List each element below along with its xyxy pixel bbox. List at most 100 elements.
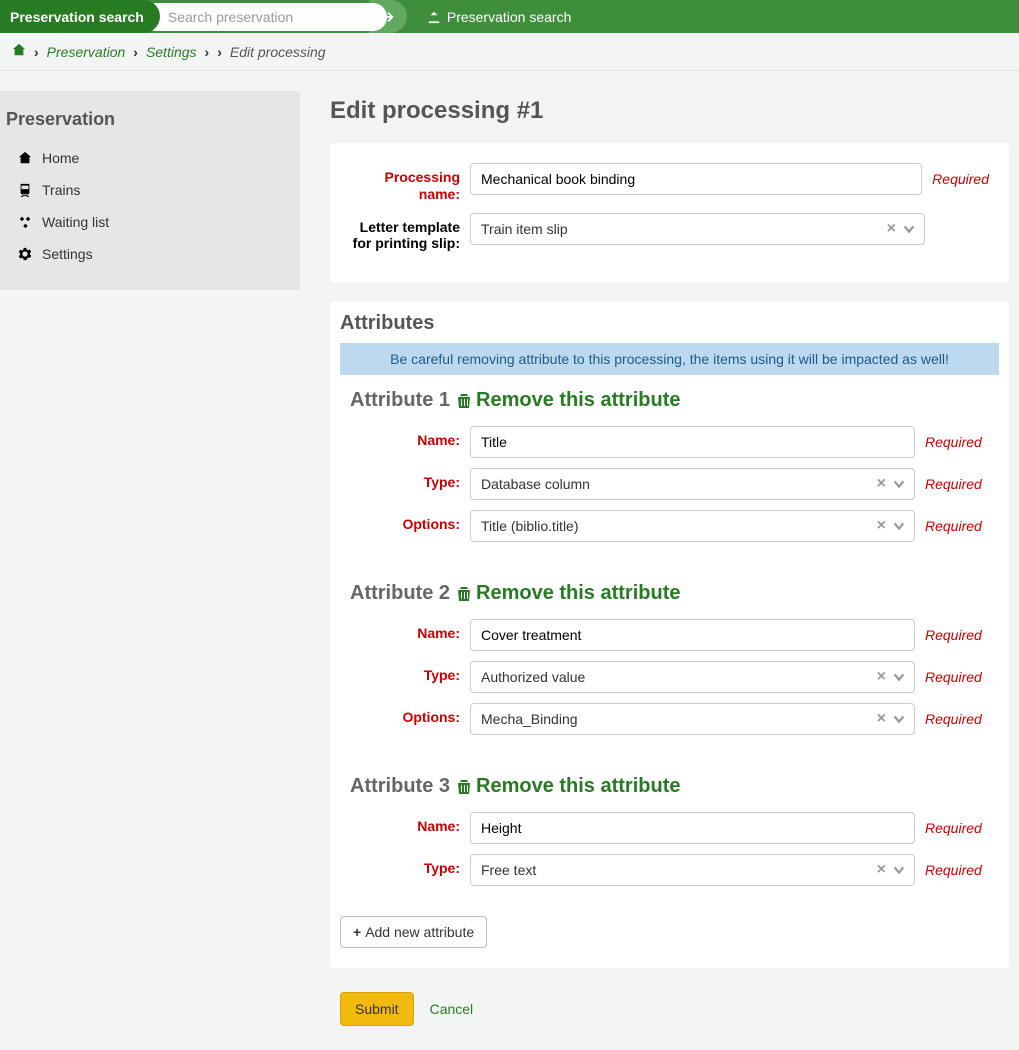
letter-template-row: Letter template for printing slip: Train…	[350, 213, 989, 253]
processing-name-label: Processing name:	[350, 163, 470, 203]
breadcrumb-current: Edit processing	[230, 44, 326, 60]
attr-options-label: Options:	[350, 703, 470, 726]
chevron-down-icon	[892, 712, 906, 726]
attr-options-select[interactable]: Mecha_Binding ×	[470, 703, 915, 735]
train-icon	[18, 183, 32, 197]
trash-icon	[456, 586, 472, 602]
remove-attribute-link[interactable]: Remove this attribute	[456, 389, 680, 412]
trash-icon	[456, 393, 472, 409]
sidebar-item-settings[interactable]: Settings	[0, 238, 300, 270]
remove-attribute-link[interactable]: Remove this attribute	[456, 582, 680, 605]
sidebar-item-home[interactable]: Home	[0, 142, 300, 174]
search-input[interactable]	[142, 3, 387, 31]
attribute-block: Attribute 3 Remove this attribute Name: …	[330, 775, 1009, 916]
required-hint: Required	[925, 669, 982, 685]
required-hint: Required	[932, 171, 989, 187]
processing-name-input[interactable]	[470, 163, 922, 195]
attr-options-select[interactable]: Title (biblio.title) ×	[470, 510, 915, 542]
clear-icon[interactable]: ×	[887, 221, 896, 237]
attr-type-row: Type: Authorized value × Required	[350, 661, 989, 693]
select-value: Database column	[481, 476, 590, 492]
required-hint: Required	[925, 627, 982, 643]
page-title: Edit processing #1	[330, 97, 1009, 125]
remove-attribute-label: Remove this attribute	[476, 389, 680, 412]
attributes-panel: Attributes Be careful removing attribute…	[330, 302, 1009, 968]
chevron-down-icon	[892, 519, 906, 533]
attribute-number: Attribute 3	[350, 775, 450, 798]
clear-icon[interactable]: ×	[877, 862, 886, 878]
chevron-right-icon: ›	[205, 44, 210, 60]
required-hint: Required	[925, 711, 982, 727]
remove-attribute-label: Remove this attribute	[476, 582, 680, 605]
sidebar-item-waiting-list[interactable]: Waiting list	[0, 206, 300, 238]
clear-icon[interactable]: ×	[877, 518, 886, 534]
attr-options-row: Options: Mecha_Binding × Required	[350, 703, 989, 735]
select-value: Train item slip	[481, 221, 568, 237]
sidebar: Preservation Home Trains Waiting list Se…	[0, 91, 300, 290]
chevron-down-icon	[892, 670, 906, 684]
chevron-right-icon: ›	[217, 44, 222, 60]
attr-name-row: Name: Required	[350, 812, 989, 844]
sidebar-item-trains[interactable]: Trains	[0, 174, 300, 206]
attr-type-select[interactable]: Database column ×	[470, 468, 915, 500]
select-value: Title (biblio.title)	[481, 518, 579, 534]
attr-options-label: Options:	[350, 510, 470, 533]
attr-name-row: Name: Required	[350, 426, 989, 458]
home-icon	[18, 151, 32, 165]
form-actions: Submit Cancel	[330, 988, 1009, 1030]
attr-type-select[interactable]: Authorized value ×	[470, 661, 915, 693]
attr-name-label: Name:	[350, 619, 470, 642]
trash-icon	[456, 779, 472, 795]
submit-button[interactable]: Submit	[340, 992, 414, 1026]
required-hint: Required	[925, 518, 982, 534]
required-hint: Required	[925, 476, 982, 492]
processing-name-row: Processing name: Required	[350, 163, 989, 203]
cancel-link[interactable]: Cancel	[430, 1001, 474, 1017]
preservation-search-link[interactable]: Preservation search	[427, 9, 572, 25]
preservation-search-link-label: Preservation search	[447, 9, 572, 25]
attribute-heading: Attribute 2 Remove this attribute	[350, 582, 989, 605]
attr-type-label: Type:	[350, 468, 470, 491]
sidebar-item-label: Trains	[42, 182, 80, 198]
attr-name-input[interactable]	[470, 426, 915, 458]
chevron-down-icon	[892, 477, 906, 491]
select-value: Free text	[481, 862, 536, 878]
layout: Preservation Home Trains Waiting list Se…	[0, 91, 1019, 1050]
chevron-right-icon: ›	[34, 44, 39, 60]
required-hint: Required	[925, 434, 982, 450]
breadcrumb-preservation[interactable]: Preservation	[47, 44, 126, 60]
breadcrumb-settings[interactable]: Settings	[146, 44, 197, 60]
add-attribute-button[interactable]: + Add new attribute	[340, 916, 487, 948]
required-hint: Required	[925, 820, 982, 836]
attr-name-input[interactable]	[470, 812, 915, 844]
processing-panel: Processing name: Required Letter templat…	[330, 143, 1009, 282]
letter-template-select[interactable]: Train item slip ×	[470, 213, 925, 245]
attr-type-select[interactable]: Free text ×	[470, 854, 915, 886]
attributes-warning: Be careful removing attribute to this pr…	[340, 343, 999, 375]
remove-attribute-link[interactable]: Remove this attribute	[456, 775, 680, 798]
home-icon	[12, 43, 26, 57]
attr-type-label: Type:	[350, 661, 470, 684]
attribute-number: Attribute 2	[350, 582, 450, 605]
breadcrumb-home[interactable]	[12, 43, 26, 60]
remove-attribute-label: Remove this attribute	[476, 775, 680, 798]
add-attribute-label: Add new attribute	[365, 924, 474, 940]
attr-type-label: Type:	[350, 854, 470, 877]
attr-type-row: Type: Database column × Required	[350, 468, 989, 500]
main: Edit processing #1 Processing name: Requ…	[300, 91, 1019, 1050]
sidebar-item-label: Settings	[42, 246, 93, 262]
topbar: Preservation search Preservation search	[0, 0, 1019, 33]
clear-icon[interactable]: ×	[877, 711, 886, 727]
attribute-block: Attribute 2 Remove this attribute Name: …	[330, 582, 1009, 765]
sidebar-item-label: Home	[42, 150, 79, 166]
attr-name-input[interactable]	[470, 619, 915, 651]
clear-icon[interactable]: ×	[877, 669, 886, 685]
search-wrapper	[142, 3, 387, 31]
required-hint: Required	[925, 862, 982, 878]
attributes-title: Attributes	[330, 302, 1009, 343]
select-value: Authorized value	[481, 669, 585, 685]
chevron-down-icon	[892, 863, 906, 877]
attribute-block: Attribute 1 Remove this attribute Name: …	[330, 389, 1009, 572]
breadcrumb: › Preservation › Settings › › Edit proce…	[0, 33, 1019, 71]
clear-icon[interactable]: ×	[877, 476, 886, 492]
